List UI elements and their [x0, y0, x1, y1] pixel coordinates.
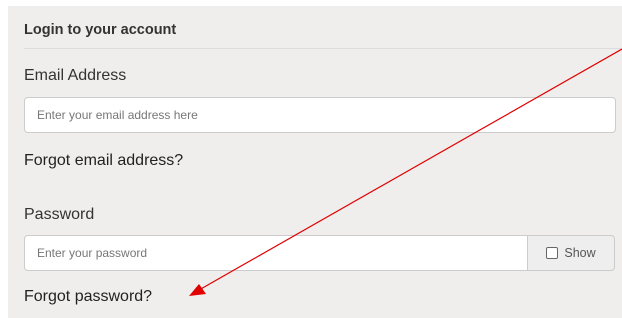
panel-heading: Login to your account [24, 22, 177, 38]
forgot-email-link[interactable]: Forgot email address? [24, 152, 183, 170]
show-password-label: Show [564, 246, 596, 260]
forgot-password-link[interactable]: Forgot password? [24, 288, 152, 306]
show-password-toggle[interactable]: Show [527, 235, 615, 271]
email-label: Email Address [24, 67, 127, 84]
login-panel: Login to your account Email Address Forg… [8, 6, 622, 318]
heading-divider [24, 48, 622, 49]
password-label: Password [24, 206, 95, 223]
email-input[interactable] [24, 97, 616, 133]
show-password-checkbox[interactable] [546, 247, 559, 259]
password-input[interactable] [24, 235, 528, 271]
